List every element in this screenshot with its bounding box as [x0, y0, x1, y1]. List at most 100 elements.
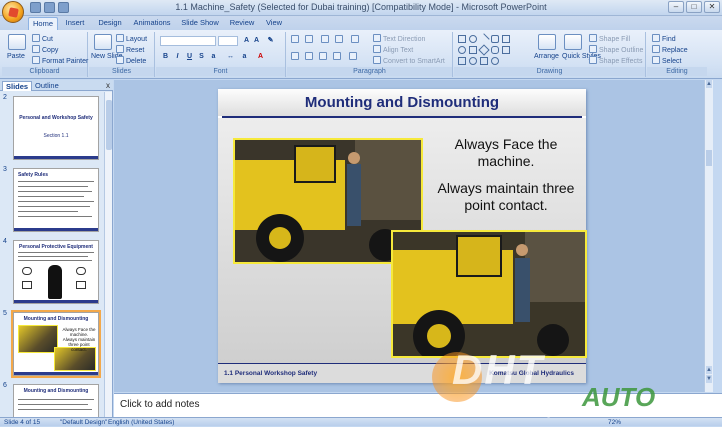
slide-body: Always Face the machine. Always maintain… [218, 118, 587, 363]
format-painter-button[interactable]: Format Painter [32, 56, 88, 65]
case-button[interactable]: a [240, 52, 249, 61]
shrink-font-button[interactable]: A [252, 36, 261, 45]
pane-scrollbar[interactable] [104, 92, 112, 417]
align-center-button[interactable] [305, 52, 315, 61]
copy-button[interactable]: Copy [32, 45, 58, 54]
slide-thumbnail[interactable]: Safety Rules [13, 168, 99, 232]
maximize-button[interactable]: □ [686, 1, 702, 13]
bracket-shape-icon[interactable] [480, 57, 488, 65]
spacing-button[interactable]: ↔ [226, 52, 235, 61]
editor-scrollbar[interactable]: ▲ ▲ ▼ [704, 80, 713, 392]
notes-placeholder[interactable]: Click to add notes [120, 399, 200, 410]
arrow-shape-icon[interactable] [502, 46, 510, 54]
align-right-button[interactable] [319, 52, 329, 61]
shape-outline-button[interactable]: Shape Outline [589, 45, 643, 54]
thumbnail-text-line [18, 216, 92, 217]
bold-button[interactable]: B [161, 52, 170, 61]
grow-font-button[interactable]: A [242, 36, 251, 45]
close-pane-icon[interactable]: x [106, 81, 110, 90]
layout-button[interactable]: Layout [116, 34, 147, 43]
tab-review[interactable]: Review [228, 17, 256, 30]
brace-shape-icon[interactable] [458, 57, 466, 65]
text-direction-button[interactable]: Text Direction [373, 34, 425, 43]
circle-shape-icon[interactable] [458, 46, 466, 54]
slide-thumbnail[interactable]: Personal and Workshop Safety Section 1.1 [13, 96, 99, 160]
columns-button[interactable] [349, 52, 359, 61]
increase-indent-button[interactable] [335, 35, 345, 44]
tab-design[interactable]: Design [96, 17, 124, 30]
align-text-button[interactable]: Align Text [373, 45, 413, 54]
reset-label: Reset [126, 47, 145, 54]
strike-button[interactable]: a [209, 52, 218, 61]
rounded-rect-shape-icon[interactable] [491, 35, 499, 43]
thumbnail-footer-bar [14, 228, 98, 231]
tab-slides[interactable]: Slides [2, 81, 33, 91]
delete-button[interactable]: Delete [116, 56, 146, 65]
status-bar: Slide 4 of 15 "Default Design" English (… [0, 417, 722, 426]
clear-format-button[interactable]: ✎ [266, 36, 275, 45]
tab-home[interactable]: Home [28, 17, 58, 30]
shadow-button[interactable]: S [197, 52, 206, 61]
italic-button[interactable]: I [173, 52, 182, 61]
decrease-indent-button[interactable] [321, 35, 331, 44]
tab-slide-show[interactable]: Slide Show [180, 17, 220, 30]
line-spacing-button[interactable] [351, 35, 361, 44]
select-button[interactable]: Select [652, 56, 681, 65]
smiley-shape-icon[interactable] [469, 57, 477, 65]
find-button[interactable]: Find [652, 34, 676, 43]
scroll-thumb[interactable] [706, 150, 712, 166]
rectangle-shape-icon[interactable] [458, 35, 466, 43]
slide-thumbnail[interactable]: Personal Protective Equipment [13, 240, 99, 304]
oval-shape-icon[interactable] [469, 35, 477, 43]
text-direction-label: Text Direction [383, 36, 426, 43]
scroll-up-icon[interactable]: ▲ [706, 80, 712, 88]
paste-button[interactable]: Paste [7, 53, 25, 60]
callout-shape-icon[interactable] [491, 46, 499, 54]
drawing-group: Arrange Quick Styles Shape Fill Shape Ou… [454, 32, 646, 77]
slide-canvas[interactable]: Mounting and Dismounting Always Face the… [218, 89, 587, 383]
numbering-button[interactable] [305, 35, 315, 44]
align-left-button[interactable] [291, 52, 301, 61]
square-shape-icon[interactable] [469, 46, 477, 54]
slide-thumbnail[interactable]: Mounting and Dismounting [13, 384, 99, 417]
replace-button[interactable]: Replace [652, 45, 688, 54]
textbox-shape-icon[interactable] [502, 35, 510, 43]
thumbnail-title: Mounting and Dismounting [23, 316, 89, 322]
clipboard-group: Paste Cut Copy Format Painter Clipboard [2, 32, 88, 77]
office-button[interactable] [2, 1, 24, 23]
shape-effects-button[interactable]: Shape Effects [589, 56, 642, 65]
font-color-button[interactable]: A [256, 52, 265, 61]
bullets-button[interactable] [291, 35, 301, 44]
loader-photo-2[interactable] [391, 230, 587, 358]
slide-text-face[interactable]: Always Face the machine. [436, 136, 576, 170]
notes-pane[interactable]: Click to add notes [114, 393, 722, 417]
next-slide-icon[interactable]: ▼ [706, 375, 712, 383]
slide-header: Mounting and Dismounting [218, 89, 586, 116]
cut-button[interactable]: Cut [32, 34, 53, 43]
tab-animations[interactable]: Animations [132, 17, 172, 30]
minimize-button[interactable]: – [668, 1, 684, 13]
convert-smartart-button[interactable]: Convert to SmartArt [373, 56, 445, 65]
slide-thumbnail-selected[interactable]: Mounting and Dismounting Always Face the… [11, 310, 101, 378]
arrange-button[interactable]: Arrange [534, 53, 559, 60]
justify-button[interactable] [333, 52, 343, 61]
clipboard-label: Clipboard [2, 67, 87, 76]
reset-button[interactable]: Reset [116, 45, 144, 54]
slide-text-contact[interactable]: Always maintain three point contact. [436, 180, 576, 214]
font-name-combo[interactable] [160, 36, 216, 46]
previous-slide-icon[interactable]: ▲ [706, 366, 712, 374]
thumbnail-text-line [18, 404, 88, 405]
slide-title[interactable]: Mounting and Dismounting [218, 94, 586, 111]
tab-outline[interactable]: Outline [32, 81, 62, 91]
scroll-thumb[interactable] [106, 100, 112, 150]
shape-fill-button[interactable]: Shape Fill [589, 34, 630, 43]
binoculars-icon [652, 34, 660, 42]
line-shape-icon[interactable] [478, 33, 490, 45]
tab-view[interactable]: View [263, 17, 285, 30]
diamond-shape-icon[interactable] [478, 44, 490, 56]
tab-insert[interactable]: Insert [62, 17, 88, 30]
star-shape-icon[interactable] [491, 57, 499, 65]
close-button[interactable]: ✕ [704, 1, 720, 13]
font-size-combo[interactable] [218, 36, 238, 46]
underline-button[interactable]: U [185, 52, 194, 61]
